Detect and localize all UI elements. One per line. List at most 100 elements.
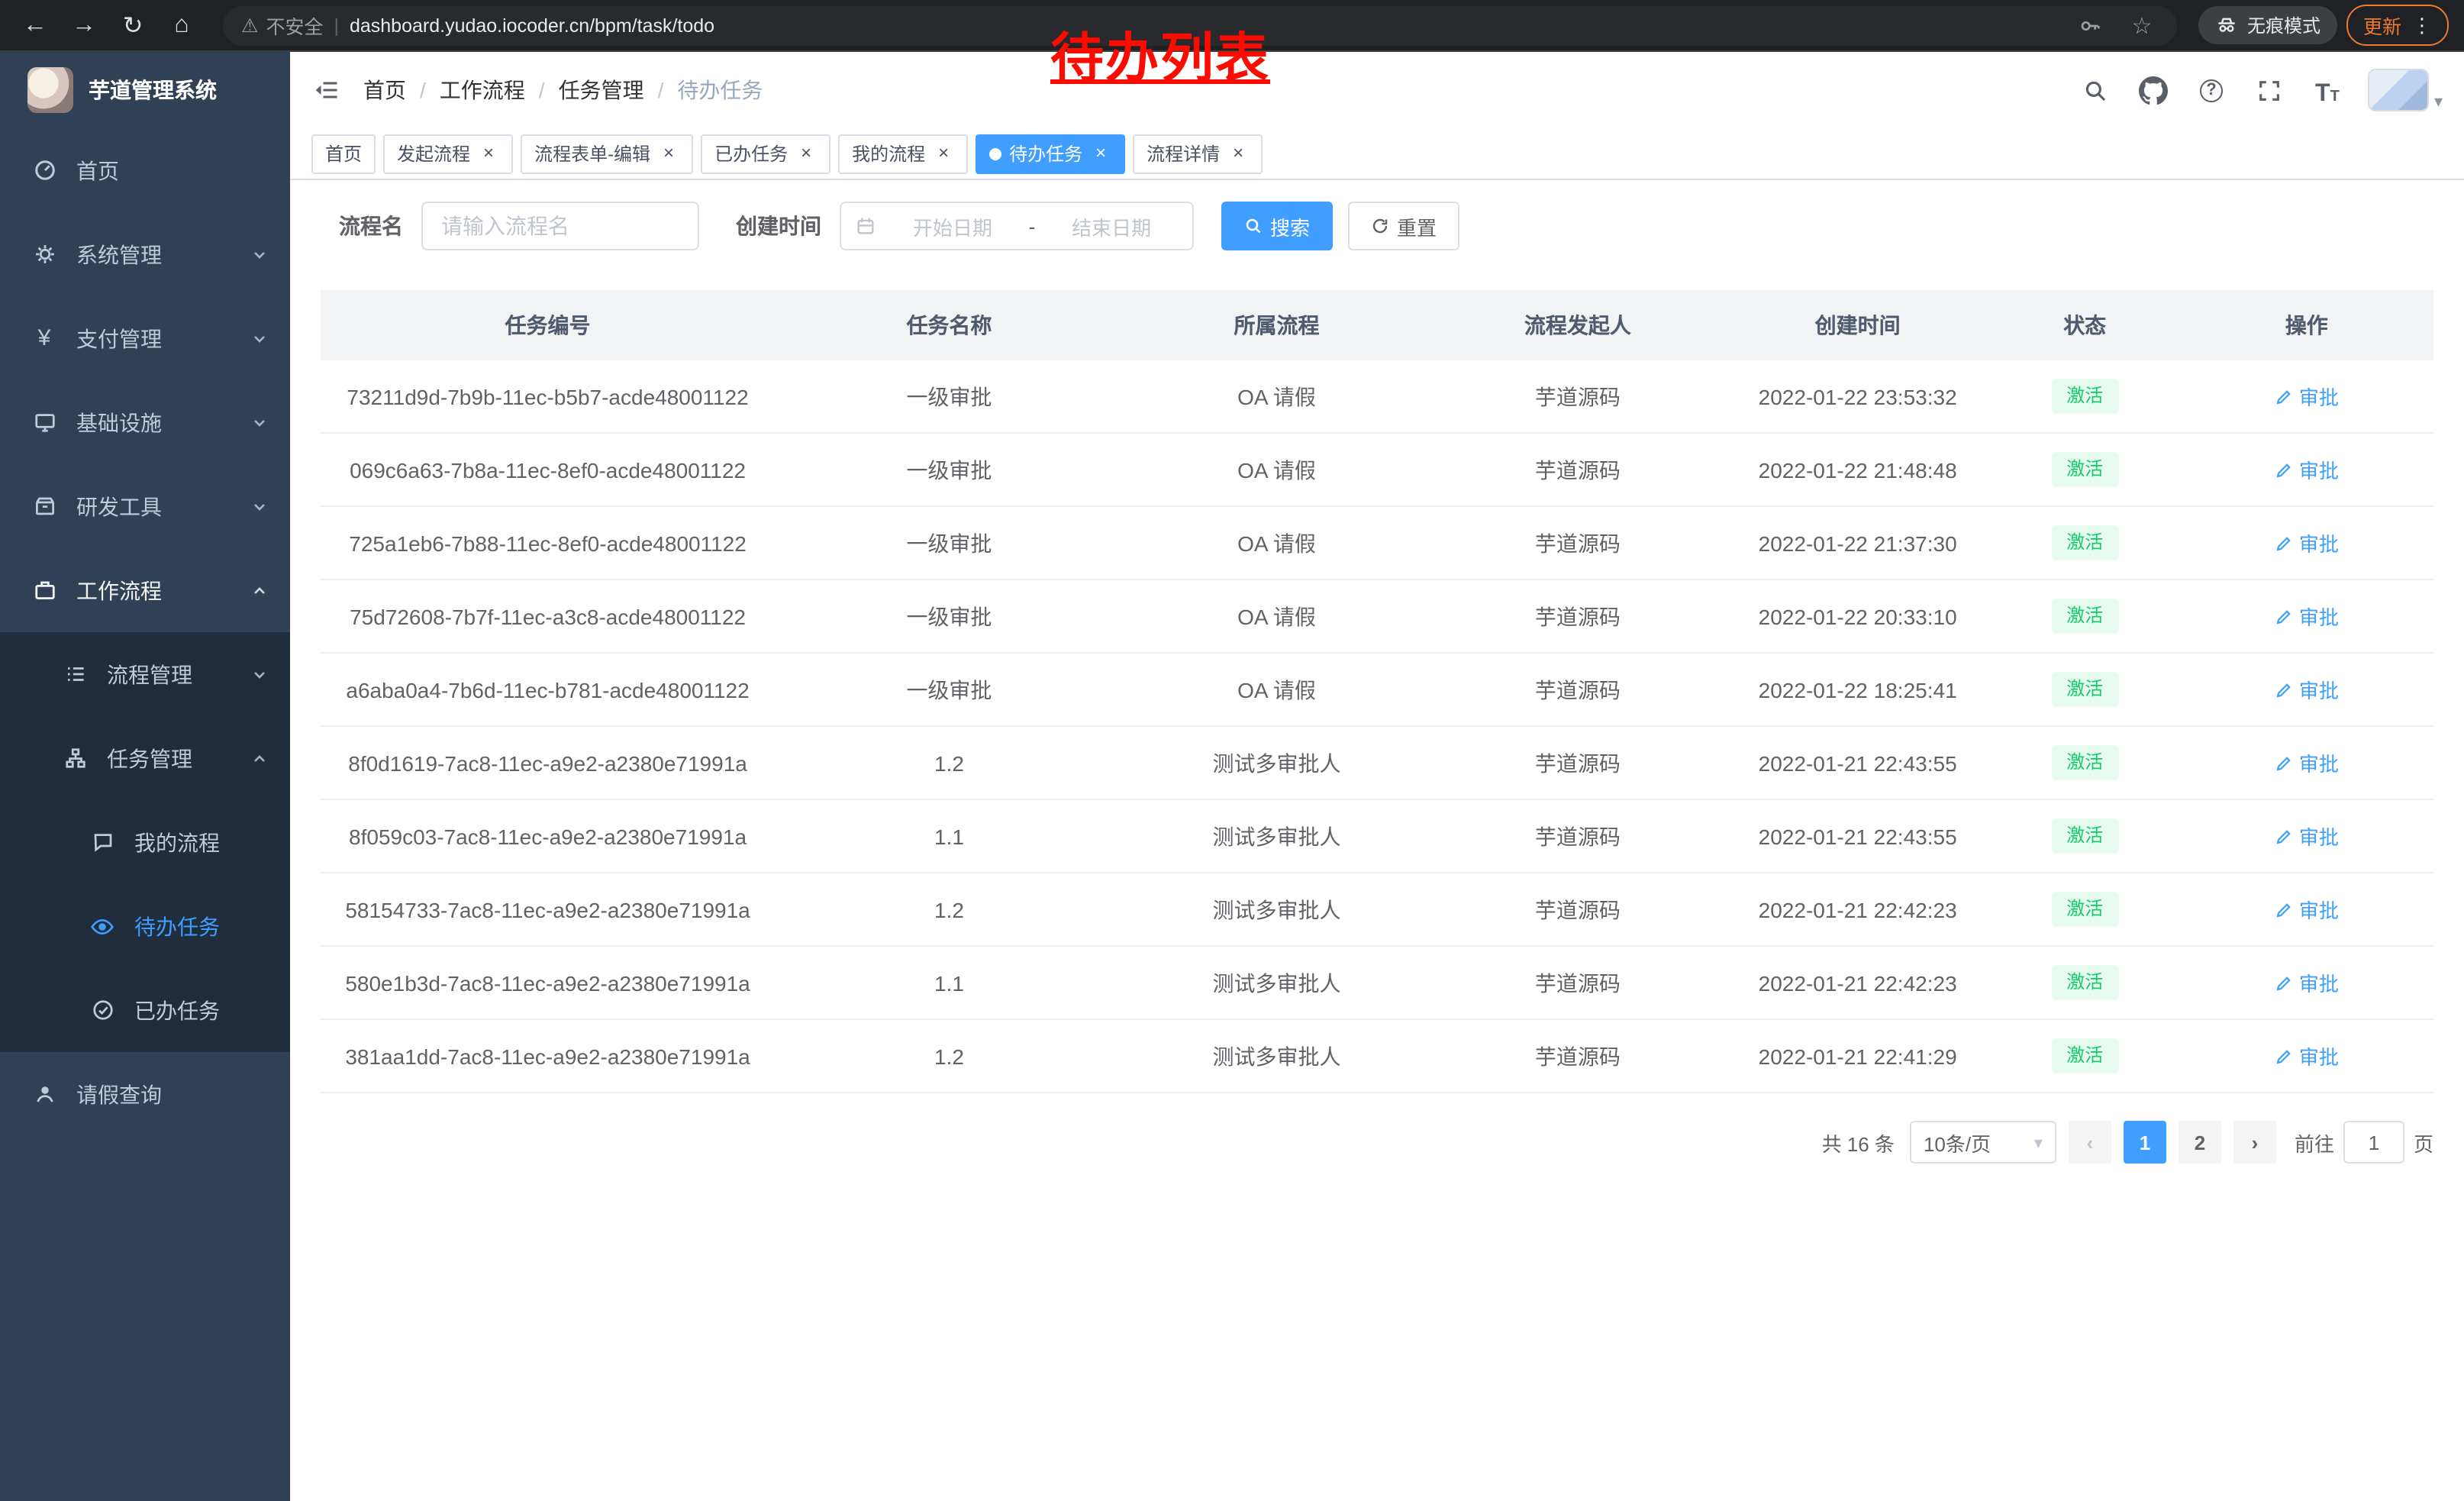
filter-bar: 流程名 创建时间 开始日期 - 结束日期 <box>321 202 2433 250</box>
cell-process: 测试多审批人 <box>1124 727 1430 799</box>
search-icon[interactable] <box>2079 73 2112 107</box>
cell-task-name: 一级审批 <box>775 434 1124 505</box>
table-row: 8f0d1619-7ac8-11ec-a9e2-a2380e71991a 1.2… <box>321 727 2433 800</box>
chat-bubble-icon <box>89 831 116 854</box>
bookmark-star-icon[interactable]: ☆ <box>2125 8 2159 42</box>
approve-link[interactable]: 审批 <box>2275 748 2339 777</box>
breadcrumb-task-management[interactable]: 任务管理 <box>559 75 644 105</box>
status-badge: 激活 <box>2051 1038 2118 1073</box>
sidebar-item-todo-tasks[interactable]: 待办任务 <box>0 884 290 968</box>
approve-link[interactable]: 审批 <box>2275 455 2339 484</box>
tab-todo-tasks[interactable]: 待办任务 × <box>976 134 1125 173</box>
breadcrumb-home[interactable]: 首页 <box>363 75 406 105</box>
cell-task-name: 1.2 <box>775 727 1124 799</box>
close-tab-icon[interactable]: × <box>1090 143 1111 164</box>
goto-page-input[interactable] <box>2343 1121 2404 1164</box>
sidebar-item-payment[interactable]: ¥ 支付管理 <box>0 296 290 380</box>
approve-link[interactable]: 审批 <box>2275 1041 2339 1070</box>
password-key-icon[interactable] <box>2073 8 2107 42</box>
date-range-picker[interactable]: 开始日期 - 结束日期 <box>840 202 1194 250</box>
browser-forward-icon[interactable]: → <box>64 5 104 45</box>
approve-link[interactable]: 审批 <box>2275 822 2339 851</box>
sidebar-item-done-tasks[interactable]: 已办任务 <box>0 968 290 1052</box>
prev-page-button[interactable]: ‹ <box>2069 1121 2111 1164</box>
approve-link[interactable]: 审批 <box>2275 602 2339 631</box>
sidebar-item-leave-query[interactable]: 请假查询 <box>0 1052 290 1136</box>
dashboard-icon <box>31 159 58 182</box>
tab-process-detail[interactable]: 流程详情 × <box>1133 134 1263 173</box>
breadcrumb-current: 待办任务 <box>677 75 763 105</box>
fullscreen-icon[interactable] <box>2253 73 2286 107</box>
search-button[interactable]: 搜索 <box>1221 202 1333 250</box>
approve-link[interactable]: 审批 <box>2275 675 2339 704</box>
cell-process: 测试多审批人 <box>1124 873 1430 945</box>
sidebar-item-workflow[interactable]: 工作流程 <box>0 548 290 632</box>
browser-reload-icon[interactable]: ↻ <box>113 5 153 45</box>
list-icon <box>61 663 89 686</box>
sidebar-item-devtools[interactable]: 研发工具 <box>0 464 290 548</box>
status-badge: 激活 <box>2051 379 2118 414</box>
close-tab-icon[interactable]: × <box>478 143 499 164</box>
github-icon[interactable] <box>2137 73 2170 107</box>
cell-task-name: 1.2 <box>775 873 1124 945</box>
sidebar: 芋道管理系统 首页 系统管理 <box>0 52 290 1501</box>
sidebar-item-system[interactable]: 系统管理 <box>0 212 290 296</box>
status-badge: 激活 <box>2051 452 2118 487</box>
user-avatar[interactable]: ▾ <box>2369 69 2443 111</box>
cell-initiator: 芋道源码 <box>1430 580 1726 652</box>
close-tab-icon[interactable]: × <box>1227 143 1249 164</box>
sidebar-collapse-icon[interactable] <box>290 52 363 128</box>
process-name-input[interactable] <box>421 202 699 250</box>
address-divider: | <box>334 15 339 36</box>
reset-button[interactable]: 重置 <box>1348 202 1459 250</box>
page-button-1[interactable]: 1 <box>2124 1121 2166 1164</box>
sidebar-item-task-management[interactable]: 任务管理 <box>0 716 290 800</box>
approve-link[interactable]: 审批 <box>2275 528 2339 557</box>
page-button-2[interactable]: 2 <box>2179 1121 2221 1164</box>
goto-label: 前往 <box>2295 1128 2334 1157</box>
table-row: a6aba0a4-7b6d-11ec-b781-acde48001122 一级审… <box>321 654 2433 727</box>
edit-icon <box>2275 534 2293 552</box>
sidebar-item-my-processes[interactable]: 我的流程 <box>0 800 290 884</box>
page-size-select[interactable]: 10条/页 ▾ <box>1910 1121 2056 1164</box>
cell-initiator: 芋道源码 <box>1430 434 1726 505</box>
close-tab-icon[interactable]: × <box>795 143 817 164</box>
sidebar-item-infrastructure[interactable]: 基础设施 <box>0 380 290 464</box>
chevron-down-icon <box>250 329 269 347</box>
incognito-label: 无痕模式 <box>2247 12 2320 38</box>
app-logo[interactable]: 芋道管理系统 <box>0 52 290 128</box>
font-size-icon[interactable]: TT <box>2311 73 2344 107</box>
gear-icon <box>31 243 58 266</box>
approve-link[interactable]: 审批 <box>2275 382 2339 411</box>
tab-start-process[interactable]: 发起流程 × <box>383 134 513 173</box>
tab-process-form-edit[interactable]: 流程表单-编辑 × <box>521 134 693 173</box>
approve-link[interactable]: 审批 <box>2275 895 2339 924</box>
sidebar-item-home[interactable]: 首页 <box>0 128 290 212</box>
cell-initiator: 芋道源码 <box>1430 507 1726 579</box>
tab-home[interactable]: 首页 <box>311 134 376 173</box>
close-tab-icon[interactable]: × <box>658 143 679 164</box>
browser-home-icon[interactable]: ⌂ <box>162 5 202 45</box>
tab-my-processes[interactable]: 我的流程 × <box>838 134 968 173</box>
breadcrumb-workflow[interactable]: 工作流程 <box>440 75 525 105</box>
cell-task-name: 一级审批 <box>775 360 1124 432</box>
edit-icon <box>2275 387 2293 405</box>
close-tab-icon[interactable]: × <box>933 143 954 164</box>
browser-update-button[interactable]: 更新 ⋮ <box>2346 5 2449 46</box>
not-secure-warning[interactable]: ⚠ 不安全 <box>241 11 323 40</box>
approve-link[interactable]: 审批 <box>2275 968 2339 997</box>
calendar-icon <box>855 215 876 237</box>
app-title: 芋道管理系统 <box>89 75 217 105</box>
edit-icon <box>2275 973 2293 992</box>
sidebar-item-process-management[interactable]: 流程管理 <box>0 632 290 716</box>
browser-menu-icon[interactable]: ⋮ <box>2412 13 2432 37</box>
browser-back-icon[interactable]: ← <box>15 5 55 45</box>
tab-done-tasks[interactable]: 已办任务 × <box>701 134 830 173</box>
toolbox-icon <box>31 495 58 518</box>
chevron-up-icon <box>250 749 269 767</box>
next-page-button[interactable]: › <box>2233 1121 2276 1164</box>
cell-task-name: 一级审批 <box>775 654 1124 725</box>
cell-task-name: 1.2 <box>775 1020 1124 1092</box>
help-icon[interactable]: ? <box>2195 73 2228 107</box>
table-header: 任务编号 任务名称 所属流程 流程发起人 创建时间 状态 操作 <box>321 290 2433 360</box>
